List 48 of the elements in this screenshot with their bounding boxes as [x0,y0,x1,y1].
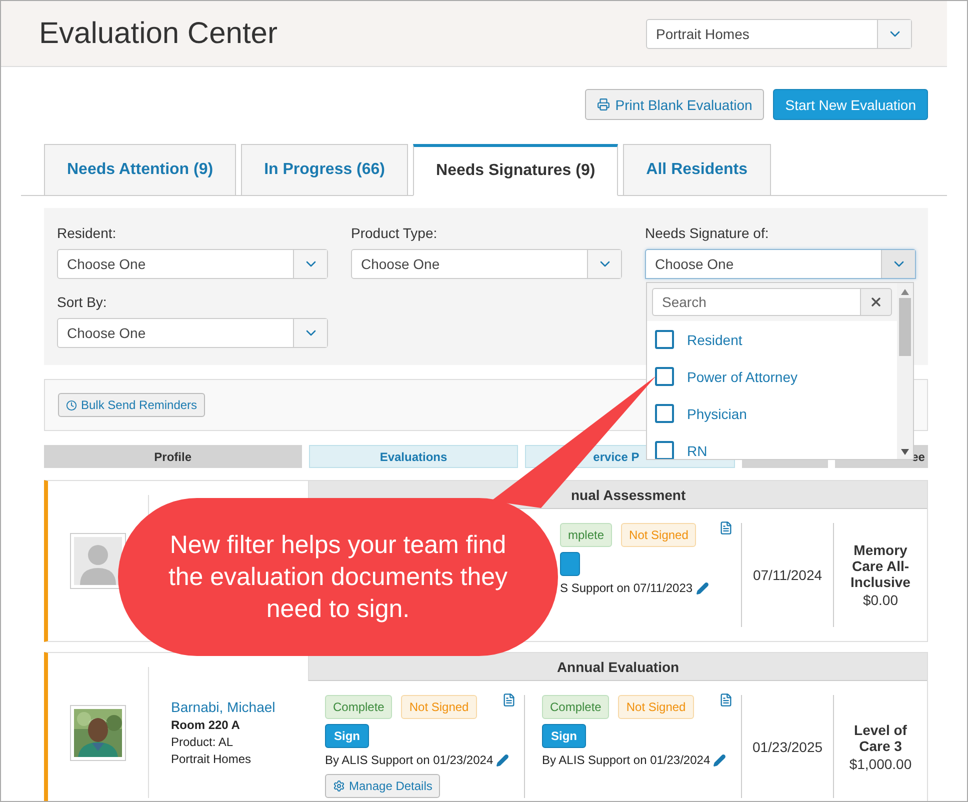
signed-by-text: By ALIS Support on 01/23/2024 [542,753,710,767]
tab[interactable]: All Residents [623,144,771,196]
filter-label: Product Type: [351,225,438,241]
option-label[interactable]: Power of Attorney [687,368,798,384]
sign-button[interactable]: Sign [542,724,586,748]
print-evaluation-button[interactable]: Print Blank Evaluation [585,89,764,120]
community-text: Portrait Homes [171,752,252,766]
date-text: 01/23/2025 [752,738,823,754]
column-header: Profile [44,445,302,468]
signature-badge: Not Signed [621,523,696,547]
manage-details-button[interactable]: Manage Details [325,774,440,798]
option-label[interactable]: Physician [687,406,747,422]
filter-select[interactable]: Choose One [57,318,328,348]
filter-select[interactable]: Choose One [645,249,916,279]
filter-select[interactable]: Choose One [57,249,328,279]
bulk-reminders-button[interactable]: Bulk Send Reminders [58,393,206,417]
community-select[interactable]: Portrait Homes [646,18,912,48]
tab[interactable]: Needs Attention (9) [44,144,236,196]
evaluation-header: Annual Evaluation [308,653,927,681]
callout-text: New filter helps your team find the evaluation documents they need to sign. [167,530,509,625]
tab[interactable]: In Progress (66) [241,144,408,196]
care-level-text: Level of Care 3 [853,722,908,754]
column-header: Evaluations [308,445,518,468]
sign-button[interactable]: Sign [325,724,369,748]
product-text: Product: AL [171,735,234,749]
filter-label: Needs Signature of: [645,225,770,241]
filter-label: Sort By: [57,294,108,310]
price-text: $0.00 [862,592,898,608]
tab[interactable]: Needs Signatures (9) [413,144,618,196]
date-text: 07/11/2024 [752,567,822,583]
room-text: Room 220 A [171,718,241,732]
filter-label: Resident: [57,225,118,241]
price-text: $1,000.00 [849,756,912,772]
search-field[interactable]: Search [652,288,860,316]
signature-badge: Not Signed [401,695,477,719]
signed-by-text: By ALIS Support on 01/23/2024 [325,753,494,767]
status-badge: Complete [542,695,610,719]
option-label[interactable]: Resident [687,332,742,348]
care-level-text: Memory Care All-Inclusive [850,542,912,590]
status-badge: Complete [325,695,392,719]
resident-name-link[interactable]: Barnabi, Michael [171,699,308,715]
filter-select[interactable]: Choose One [351,249,622,279]
signature-badge: Not Signed [618,695,694,719]
option-label[interactable]: RN [687,442,708,458]
status-badge: mplete [560,523,612,547]
page-title: Evaluation Center [39,16,278,50]
signed-by-text: S Support on 07/11/2023 [560,581,693,595]
start-evaluation-button[interactable]: Start New Evaluation [773,89,928,120]
